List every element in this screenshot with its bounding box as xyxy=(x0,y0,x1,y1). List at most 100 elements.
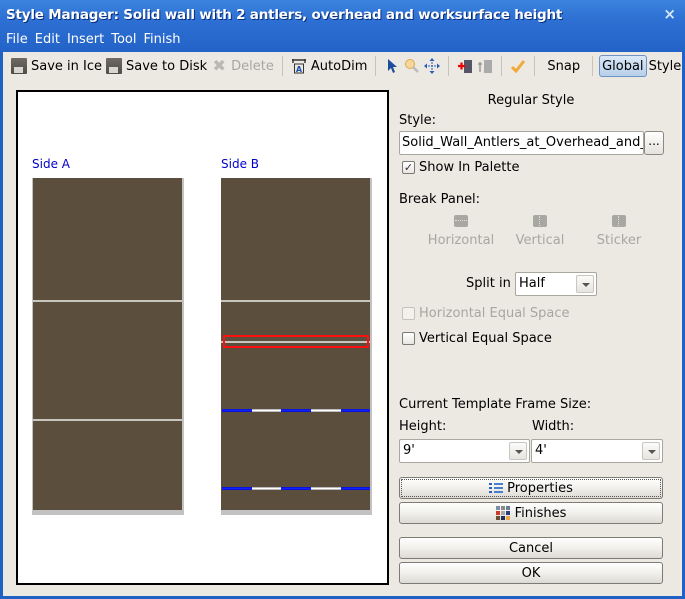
title-bar: Style Manager: Solid wall with 2 antlers… xyxy=(0,0,685,52)
menu-insert[interactable]: Insert xyxy=(67,32,104,47)
antler-gap xyxy=(252,409,281,412)
split-in-label: Split in xyxy=(466,276,511,291)
zoom-tool-button[interactable] xyxy=(402,54,422,78)
break-panel-label: Break Panel: xyxy=(399,192,481,207)
antler-gap xyxy=(311,409,341,412)
pointer-tool-button[interactable] xyxy=(382,54,402,78)
antler-line-overhead[interactable] xyxy=(222,409,370,412)
browse-style-button[interactable]: ... xyxy=(644,131,664,155)
toolbar-separator xyxy=(375,56,377,76)
delete-button[interactable]: ✖ Delete xyxy=(209,54,276,78)
selection-rectangle[interactable] xyxy=(223,335,369,348)
menu-finish[interactable]: Finish xyxy=(144,32,181,47)
antler-segment xyxy=(341,487,370,490)
antler-segment xyxy=(222,487,252,490)
antler-gap xyxy=(252,487,281,490)
vertical-break-icon xyxy=(533,215,547,227)
break-horizontal-button[interactable]: Horizontal xyxy=(421,215,501,248)
snap-button[interactable]: Snap xyxy=(541,54,586,78)
checkbox-checked-icon: ✓ xyxy=(402,161,415,174)
horizontal-equal-space-label: Horizontal Equal Space xyxy=(419,306,570,321)
close-icon[interactable]: × xyxy=(663,5,676,23)
finishes-label: Finishes xyxy=(514,505,567,521)
save-in-ice-label: Save in Ice xyxy=(31,58,103,74)
break-vertical-button[interactable]: Vertical xyxy=(500,215,580,248)
antler-segment xyxy=(341,409,370,412)
frame-size-label: Current Template Frame Size: xyxy=(399,397,592,412)
add-panel-icon xyxy=(458,60,473,73)
toolbar: Save in Ice Save to Disk ✖ Delete A Auto… xyxy=(3,52,685,80)
pointer-icon xyxy=(388,59,398,73)
check-button[interactable] xyxy=(508,54,528,78)
delete-label: Delete xyxy=(231,58,274,74)
save-to-disk-label: Save to Disk xyxy=(126,58,208,74)
toolbar-separator xyxy=(448,56,450,76)
vertical-equal-space-checkbox[interactable]: Vertical Equal Space xyxy=(402,331,552,346)
width-dropdown[interactable]: 4' xyxy=(531,439,663,463)
side-a-panel[interactable] xyxy=(33,178,182,510)
menu-file[interactable]: File xyxy=(6,32,28,47)
antler-segment xyxy=(281,409,311,412)
break-sticker-label: Sticker xyxy=(596,233,642,248)
antler-segment xyxy=(281,487,311,490)
global-toggle[interactable]: Global xyxy=(599,55,647,77)
checkmark-icon xyxy=(511,60,526,74)
zoom-icon xyxy=(405,59,420,73)
toolbar-separator xyxy=(501,56,503,76)
horizontal-equal-space-checkbox[interactable]: Horizontal Equal Space xyxy=(402,306,570,321)
panel-tool-button[interactable] xyxy=(475,54,495,78)
window-title: Style Manager: Solid wall with 2 antlers… xyxy=(6,7,563,23)
toolbar-separator xyxy=(592,56,594,76)
antler-line-worksurface[interactable] xyxy=(222,487,370,490)
menu-tool[interactable]: Tool xyxy=(111,32,136,47)
floppy-icon xyxy=(106,58,123,74)
split-in-dropdown[interactable]: Half xyxy=(515,272,597,296)
vertical-equal-space-label: Vertical Equal Space xyxy=(419,331,552,346)
height-value: 9' xyxy=(403,443,415,458)
properties-label: Properties xyxy=(507,480,573,496)
cancel-button[interactable]: Cancel xyxy=(399,537,663,559)
save-in-ice-button[interactable]: Save in Ice xyxy=(9,54,104,78)
delete-x-icon: ✖ xyxy=(212,56,226,75)
break-sticker-button[interactable]: Sticker xyxy=(579,215,659,248)
side-b-break-line[interactable] xyxy=(221,300,370,302)
antler-gap xyxy=(311,487,341,490)
show-in-palette-label: Show In Palette xyxy=(419,160,520,175)
width-value: 4' xyxy=(535,443,547,458)
style-button[interactable]: Style xyxy=(647,54,684,78)
side-b-label: Side B xyxy=(221,157,259,171)
finishes-button[interactable]: Finishes xyxy=(399,502,663,524)
show-in-palette-checkbox[interactable]: ✓ Show In Palette xyxy=(402,160,519,175)
style-label: Style: xyxy=(399,113,437,128)
autodim-label: AutoDim xyxy=(310,58,368,74)
floppy-icon xyxy=(11,58,27,74)
height-label: Height: xyxy=(399,419,447,434)
properties-button[interactable]: Properties xyxy=(399,477,663,499)
pan-tool-button[interactable] xyxy=(422,54,442,78)
drawing-canvas[interactable]: Side A Side B xyxy=(16,90,389,585)
style-manager-window: Style Manager: Solid wall with 2 antlers… xyxy=(0,0,685,599)
menu-bar: File Edit Insert Tool Finish xyxy=(6,32,181,47)
panel-heading: Regular Style xyxy=(487,93,575,108)
finishes-swatch-icon xyxy=(495,506,511,520)
add-panel-button[interactable] xyxy=(455,54,475,78)
style-name-input[interactable]: Solid_Wall_Antlers_at_Overhead_and_Works… xyxy=(399,131,644,155)
horizontal-break-icon xyxy=(454,215,468,227)
svg-text:A: A xyxy=(296,65,303,74)
autodim-button[interactable]: A AutoDim xyxy=(289,54,369,78)
checkbox-icon xyxy=(402,307,415,320)
side-a-break-line[interactable] xyxy=(33,300,182,302)
save-to-disk-button[interactable]: Save to Disk xyxy=(104,54,209,78)
width-label: Width: xyxy=(532,419,575,434)
side-a-break-line[interactable] xyxy=(33,419,182,421)
break-vertical-label: Vertical xyxy=(515,233,565,248)
ok-button[interactable]: OK xyxy=(399,562,663,584)
chevron-down-icon xyxy=(509,442,527,460)
chevron-down-icon xyxy=(576,275,594,293)
checkbox-icon xyxy=(402,332,415,345)
menu-edit[interactable]: Edit xyxy=(35,32,60,47)
height-dropdown[interactable]: 9' xyxy=(399,439,530,463)
break-horizontal-label: Horizontal xyxy=(427,233,495,248)
autodim-icon: A xyxy=(291,59,306,74)
chevron-down-icon xyxy=(642,442,660,460)
